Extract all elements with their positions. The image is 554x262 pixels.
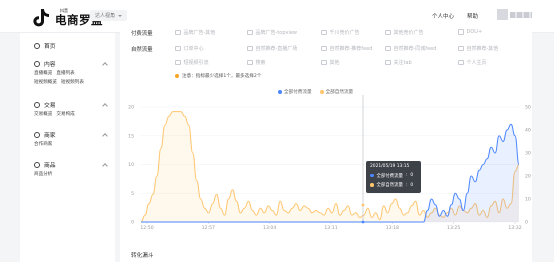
tooltip-value: 0 bbox=[410, 173, 414, 178]
x-axis-tick: 12:57 bbox=[202, 225, 215, 231]
x-axis-tick: 13:11 bbox=[324, 225, 337, 231]
x-axis-tick: 13:32 bbox=[508, 225, 521, 231]
left-axis-tick: 0 bbox=[131, 220, 134, 226]
left-axis-tick: 10 bbox=[128, 162, 134, 168]
left-axis-tick: 5 bbox=[131, 191, 134, 197]
x-axis-tick: 13:04 bbox=[263, 225, 276, 231]
tooltip-swatch bbox=[370, 173, 374, 178]
x-axis-tick: 13:25 bbox=[447, 225, 460, 231]
natural-series-area bbox=[141, 111, 519, 222]
hover-point-paid bbox=[361, 220, 365, 224]
tooltip-row: 全部付费流量 : 0 bbox=[370, 173, 417, 179]
tooltip-row: 全部自然流量 : 0 bbox=[370, 182, 417, 188]
right-axis-tick: 10 bbox=[525, 197, 531, 203]
tooltip-value: 0 bbox=[410, 182, 414, 188]
tooltip-swatch bbox=[370, 183, 374, 187]
chart-tooltip: 2021/05/19 13:15 全部付费流量 : 0 全部自然流量 : 0 bbox=[366, 161, 421, 193]
tooltip-label: 全部自然流量 bbox=[376, 183, 403, 188]
left-axis-tick: 15 bbox=[128, 133, 134, 139]
right-axis-tick: 0 bbox=[525, 220, 528, 226]
right-axis-tick: 40 bbox=[525, 128, 531, 134]
x-axis-tick: 12:50 bbox=[140, 225, 153, 231]
right-axis-tick: 50 bbox=[525, 105, 531, 111]
tooltip-time: 2021/05/19 13:15 bbox=[370, 164, 410, 169]
x-axis-tick: 13:18 bbox=[386, 225, 399, 231]
right-axis-tick: 20 bbox=[525, 174, 531, 180]
traffic-line-chart[interactable]: 0 5 10 15 20 0 10 20 30 40 50 12:50 12:57 13:04 13:11 1… bbox=[0, 0, 554, 262]
hover-point-natural bbox=[361, 203, 365, 207]
right-axis-tick: 30 bbox=[525, 151, 531, 157]
tooltip-label: 全部付费流量 bbox=[376, 173, 403, 179]
section-title-funnel: 转化漏斗 bbox=[131, 253, 154, 259]
left-axis-tick: 20 bbox=[128, 105, 134, 111]
